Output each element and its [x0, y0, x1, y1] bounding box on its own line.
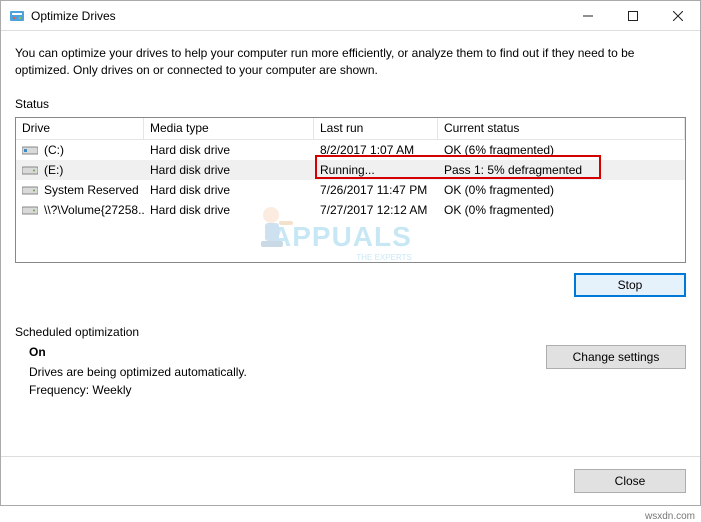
schedule-line2: Frequency: Weekly	[29, 383, 534, 397]
drive-name: (C:)	[44, 143, 64, 157]
column-header-lastrun[interactable]: Last run	[314, 118, 438, 139]
footer: Close	[1, 456, 700, 505]
maximize-icon	[628, 11, 638, 21]
column-header-status[interactable]: Current status	[438, 118, 685, 139]
description-text: You can optimize your drives to help you…	[15, 45, 686, 79]
drive-lastrun: 7/27/2017 12:12 AM	[314, 203, 438, 217]
drive-status: Pass 1: 5% defragmented	[438, 163, 685, 177]
drive-media: Hard disk drive	[144, 203, 314, 217]
drive-name: \\?\Volume{27258...	[44, 203, 144, 217]
drive-status: OK (0% fragmented)	[438, 203, 685, 217]
list-row[interactable]: \\?\Volume{27258... Hard disk drive 7/27…	[16, 200, 685, 220]
close-icon	[673, 11, 683, 21]
content-area: You can optimize your drives to help you…	[1, 31, 700, 456]
minimize-icon	[583, 11, 593, 21]
close-button[interactable]: Close	[574, 469, 686, 493]
list-row[interactable]: System Reserved Hard disk drive 7/26/201…	[16, 180, 685, 200]
schedule-line1: Drives are being optimized automatically…	[29, 365, 534, 379]
drive-hdd-icon	[22, 164, 38, 176]
list-row[interactable]: (E:) Hard disk drive Running... Pass 1: …	[16, 160, 685, 180]
minimize-button[interactable]	[565, 1, 610, 30]
drive-name: System Reserved	[44, 183, 139, 197]
column-header-media[interactable]: Media type	[144, 118, 314, 139]
app-icon	[9, 8, 25, 24]
drive-hdd-icon	[22, 204, 38, 216]
attribution-text: wsxdn.com	[645, 511, 695, 522]
drive-hdd-icon	[22, 184, 38, 196]
schedule-section: Scheduled optimization On Drives are bei…	[15, 325, 686, 401]
window-controls	[565, 1, 700, 30]
drive-name: (E:)	[44, 163, 63, 177]
drive-status: OK (6% fragmented)	[438, 143, 685, 157]
drive-media: Hard disk drive	[144, 183, 314, 197]
drive-lastrun: 7/26/2017 11:47 PM	[314, 183, 438, 197]
drives-list[interactable]: Drive Media type Last run Current status…	[15, 117, 686, 263]
schedule-label: Scheduled optimization	[15, 325, 686, 339]
drive-lastrun: Running...	[314, 163, 438, 177]
change-settings-button[interactable]: Change settings	[546, 345, 686, 369]
maximize-button[interactable]	[610, 1, 655, 30]
drive-media: Hard disk drive	[144, 143, 314, 157]
window-title: Optimize Drives	[31, 9, 565, 23]
drive-c-icon	[22, 144, 38, 156]
stop-button[interactable]: Stop	[574, 273, 686, 297]
drive-media: Hard disk drive	[144, 163, 314, 177]
action-buttons-row: Stop	[15, 273, 686, 297]
list-row[interactable]: (C:) Hard disk drive 8/2/2017 1:07 AM OK…	[16, 140, 685, 160]
drive-lastrun: 8/2/2017 1:07 AM	[314, 143, 438, 157]
list-header: Drive Media type Last run Current status	[16, 118, 685, 140]
column-header-drive[interactable]: Drive	[16, 118, 144, 139]
window: Optimize Drives You can optimize your dr…	[0, 0, 701, 506]
titlebar: Optimize Drives	[1, 1, 700, 31]
schedule-state: On	[29, 345, 534, 359]
status-label: Status	[15, 97, 686, 111]
list-rows: (C:) Hard disk drive 8/2/2017 1:07 AM OK…	[16, 140, 685, 220]
close-window-button[interactable]	[655, 1, 700, 30]
drive-status: OK (0% fragmented)	[438, 183, 685, 197]
